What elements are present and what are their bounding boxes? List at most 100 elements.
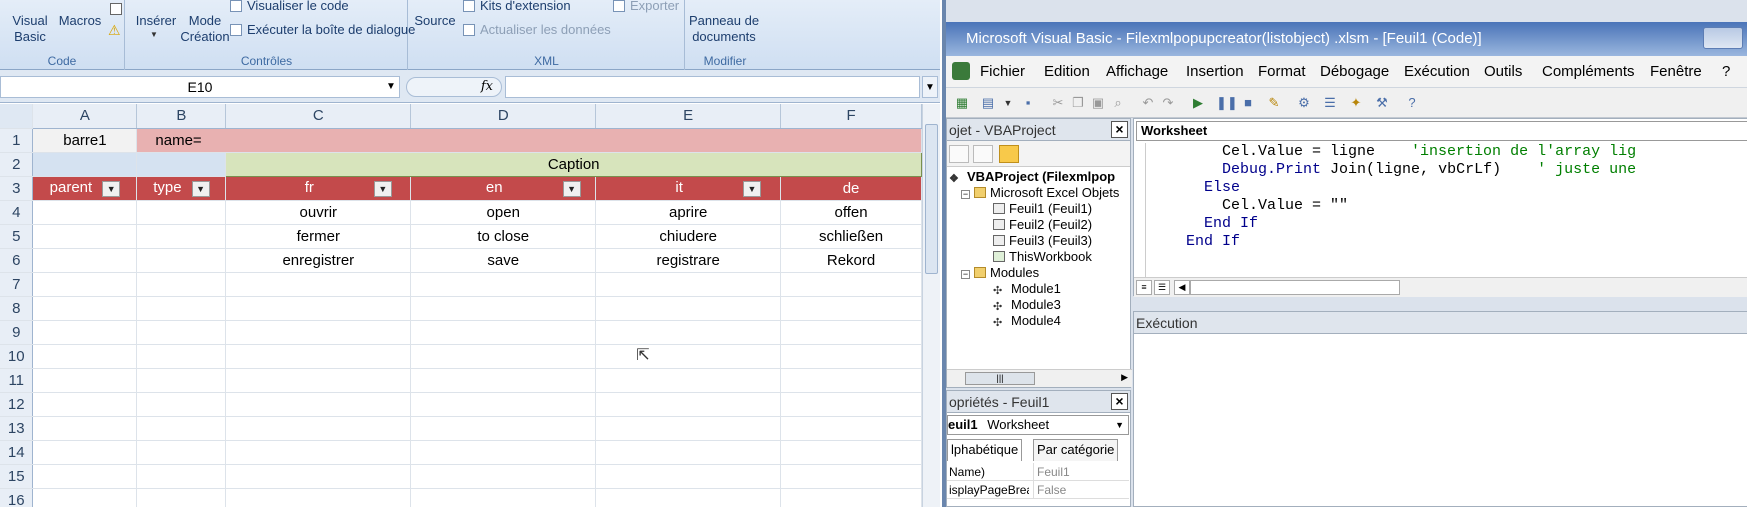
scroll-thumb[interactable] (925, 124, 938, 274)
empty-cell[interactable] (136, 464, 227, 489)
macros-button[interactable]: Macros (56, 13, 104, 29)
empty-cell[interactable] (32, 488, 138, 507)
tab-alphabetique[interactable]: lphabétique (947, 439, 1023, 461)
filter-dropdown-icon[interactable]: ▼ (102, 180, 121, 197)
empty-cell[interactable] (32, 440, 138, 465)
empty-cell[interactable] (32, 344, 138, 369)
row-header[interactable]: 16 (0, 488, 34, 507)
view-excel-icon[interactable]: ▦ (954, 95, 970, 111)
row-header[interactable]: 15 (0, 464, 34, 489)
table-cell[interactable]: save (410, 248, 597, 273)
menu-insertion[interactable]: Insertion (1186, 63, 1244, 80)
empty-cell[interactable] (32, 272, 138, 297)
menu-help[interactable]: ? (1722, 63, 1730, 80)
table-cell[interactable]: aprire (595, 200, 782, 225)
window-control-button[interactable] (1703, 27, 1743, 49)
row-header[interactable]: 9 (0, 320, 34, 345)
empty-cell[interactable] (136, 272, 227, 297)
empty-cell[interactable] (225, 344, 412, 369)
toolbox-icon[interactable]: ⚒ (1374, 95, 1390, 111)
tree-item-module4[interactable]: ✣ Module4 (993, 313, 1061, 329)
empty-cell[interactable] (225, 488, 412, 507)
expand-formula-icon[interactable]: ▼ (922, 76, 938, 98)
toggle-folders-icon[interactable] (999, 145, 1019, 163)
col-header-e[interactable]: E (595, 104, 782, 129)
property-value[interactable]: False (1033, 481, 1066, 499)
table-cell[interactable] (32, 224, 138, 249)
empty-cell[interactable] (136, 440, 227, 465)
empty-cell[interactable] (595, 488, 782, 507)
cell-a2[interactable] (32, 152, 138, 177)
inserer-button[interactable]: Insérer (132, 13, 180, 29)
empty-cell[interactable] (410, 344, 597, 369)
name-box-dropdown-icon[interactable]: ▼ (382, 76, 400, 98)
col-header-c[interactable]: C (225, 104, 412, 129)
empty-cell[interactable] (595, 272, 782, 297)
menu-format[interactable]: Format (1258, 63, 1306, 80)
empty-cell[interactable] (225, 272, 412, 297)
col-header-b[interactable]: B (136, 104, 227, 129)
visual-basic-button[interactable]: Visual Basic (6, 13, 54, 45)
empty-cell[interactable] (410, 392, 597, 417)
table-cell[interactable]: offen (780, 200, 922, 225)
table-cell[interactable]: open (410, 200, 597, 225)
empty-cell[interactable] (780, 344, 922, 369)
filter-dropdown-icon[interactable]: ▼ (191, 180, 210, 197)
kits-extension-button[interactable]: Kits d'extension (463, 0, 571, 13)
empty-cell[interactable] (595, 416, 782, 441)
table-cell[interactable]: registrare (595, 248, 782, 273)
view-code-icon[interactable] (949, 145, 969, 163)
empty-cell[interactable] (410, 320, 597, 345)
pause-icon[interactable]: ❚❚ (1216, 95, 1238, 111)
cell-a1[interactable]: barre1 (32, 128, 138, 153)
warning-icon[interactable]: ⚠ (108, 22, 121, 39)
empty-cell[interactable] (595, 440, 782, 465)
tree-item-thisworkbook[interactable]: ThisWorkbook (993, 249, 1092, 264)
tree-item-feuil3[interactable]: Feuil3 (Feuil3) (993, 233, 1092, 248)
empty-cell[interactable] (225, 320, 412, 345)
empty-cell[interactable] (595, 320, 782, 345)
source-button[interactable]: Source (411, 13, 459, 29)
row-header[interactable]: 7 (0, 272, 34, 297)
empty-cell[interactable] (225, 368, 412, 393)
table-cell[interactable]: schließen (780, 224, 922, 249)
name-box[interactable]: E10 (0, 76, 400, 98)
stop-icon[interactable]: ■ (1240, 95, 1256, 111)
menu-debogage[interactable]: Débogage (1320, 63, 1389, 80)
collapse-icon[interactable]: − (961, 270, 970, 279)
empty-cell[interactable] (595, 296, 782, 321)
empty-cell[interactable] (136, 488, 227, 507)
cell-b1[interactable]: name= (136, 128, 922, 153)
empty-cell[interactable] (410, 368, 597, 393)
tab-par-categorie[interactable]: Par catégorie (1033, 439, 1119, 461)
excel-app-icon[interactable] (952, 62, 970, 80)
view-object-icon[interactable] (973, 145, 993, 163)
code-editor[interactable]: Cel.Value = ligne 'insertion de l'array … (1134, 143, 1747, 277)
tree-item-feuil2[interactable]: Feuil2 (Feuil2) (993, 217, 1092, 232)
empty-cell[interactable] (225, 296, 412, 321)
table-cell[interactable] (136, 248, 227, 273)
property-row[interactable]: isplayPageBrea False (947, 481, 1129, 499)
tree-item-feuil1[interactable]: Feuil1 (Feuil1) (993, 201, 1092, 216)
table-header-cell[interactable]: type ▼ (136, 176, 227, 201)
empty-cell[interactable] (225, 416, 412, 441)
tree-item-module1[interactable]: ✣ Module1 (993, 281, 1061, 297)
paste-icon[interactable]: ▣ (1090, 95, 1106, 111)
redo-icon[interactable]: ↷ (1160, 95, 1176, 111)
table-cell[interactable] (32, 248, 138, 273)
row-header[interactable]: 6 (0, 248, 34, 273)
row-header[interactable]: 11 (0, 368, 34, 393)
copy-icon[interactable]: ❐ (1070, 95, 1086, 111)
table-header-cell[interactable]: it ▼ (595, 176, 782, 201)
record-macro-icon[interactable] (110, 3, 122, 15)
insert-function-button[interactable]: fx (406, 77, 502, 97)
full-module-view-icon[interactable]: ☰ (1154, 280, 1170, 295)
empty-cell[interactable] (136, 296, 227, 321)
menu-outils[interactable]: Outils (1484, 63, 1522, 80)
empty-cell[interactable] (136, 392, 227, 417)
empty-cell[interactable] (32, 464, 138, 489)
project-explorer-icon[interactable]: ⚙ (1296, 95, 1312, 111)
table-cell[interactable]: fermer (225, 224, 412, 249)
row-header[interactable]: 5 (0, 224, 34, 249)
empty-cell[interactable] (410, 464, 597, 489)
